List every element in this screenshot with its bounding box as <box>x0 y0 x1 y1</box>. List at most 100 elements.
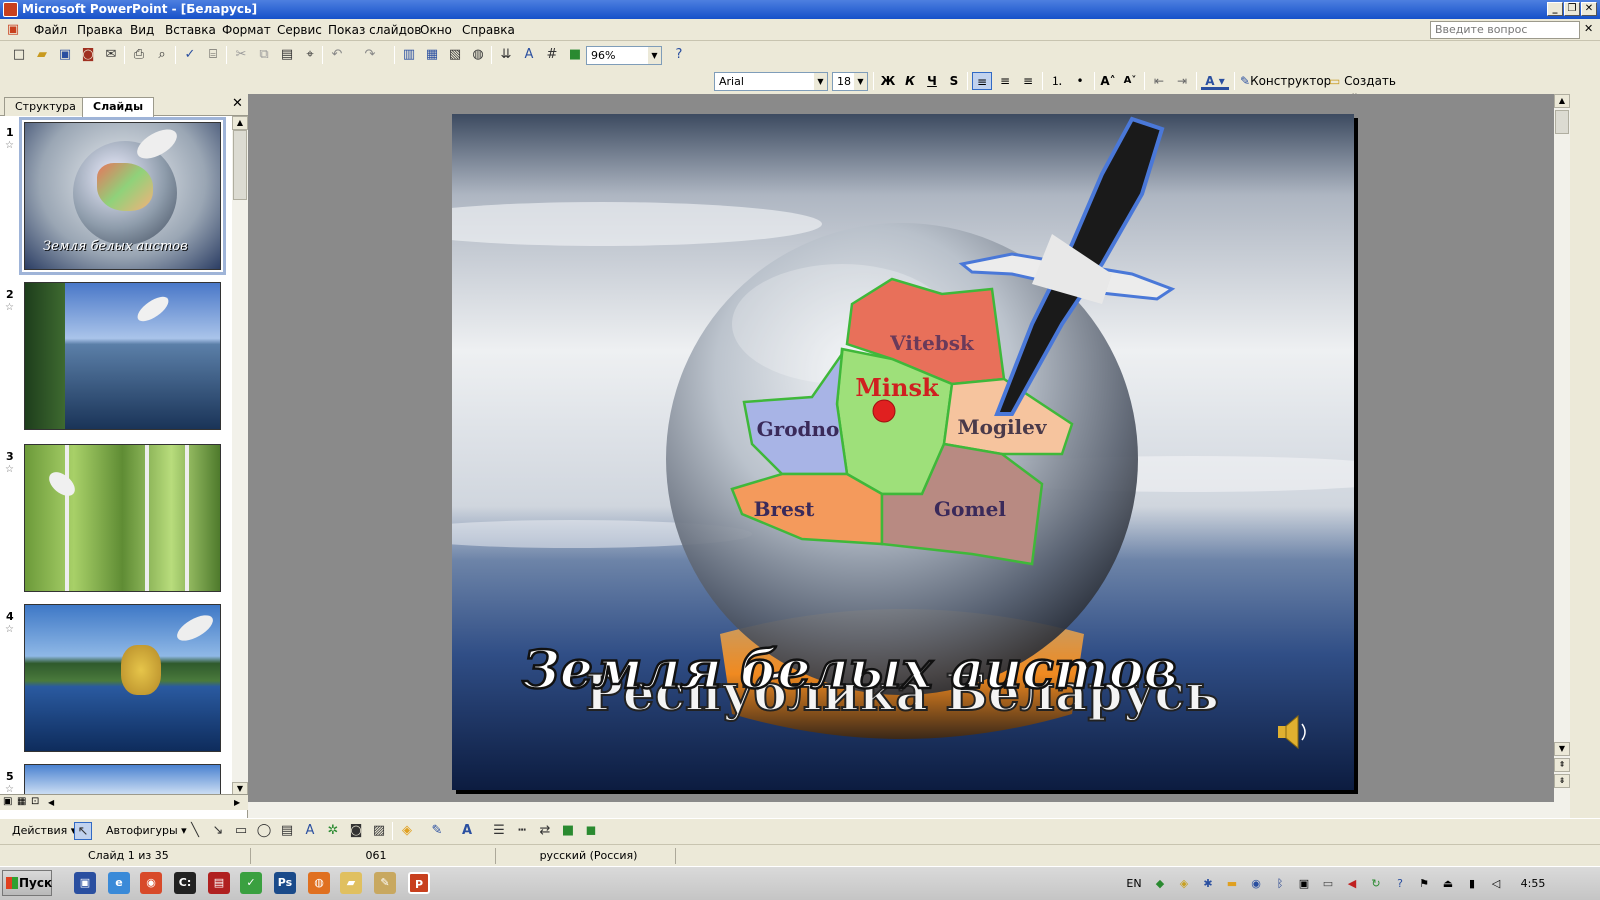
new-slide-button[interactable]: ▭ Создать слайд <box>1329 72 1429 106</box>
slideshow-view-icon[interactable]: ⊡ <box>31 796 39 807</box>
help-tray-icon[interactable]: ? <box>1392 876 1408 892</box>
expand-all-icon[interactable]: ⇊ <box>497 46 515 64</box>
menu-file[interactable]: Файл <box>34 23 67 37</box>
print-icon[interactable]: ⎙ <box>130 46 148 64</box>
bold-button[interactable]: Ж <box>879 72 897 90</box>
show-formatting-icon[interactable]: A <box>520 46 538 64</box>
scroll-up-icon[interactable]: ▲ <box>1554 94 1570 108</box>
print-preview-icon[interactable]: ⌕ <box>153 46 171 64</box>
arrow-icon[interactable]: ↘ <box>209 822 227 840</box>
restore-button[interactable]: ❐ <box>1564 2 1580 16</box>
menu-format[interactable]: Формат <box>222 23 271 37</box>
help-icon[interactable]: ? <box>670 46 688 64</box>
font-color-icon[interactable]: A ▾ <box>1201 72 1229 90</box>
slide-thumbnail-1[interactable]: Земля белых аистов <box>19 117 226 275</box>
save-icon[interactable]: ▣ <box>56 46 74 64</box>
align-right-icon[interactable]: ≡ <box>1018 72 1038 90</box>
insert-table-icon[interactable]: ▦ <box>423 46 441 64</box>
align-center-icon[interactable]: ≡ <box>995 72 1015 90</box>
volume-tray-icon[interactable]: ◀ <box>1344 876 1360 892</box>
menu-tools[interactable]: Сервис <box>277 23 322 37</box>
redo-icon[interactable]: ↷ <box>361 46 379 64</box>
chevron-down-icon[interactable]: ▼ <box>814 73 827 90</box>
decrease-font-icon[interactable]: A˅ <box>1120 72 1140 90</box>
save-taskbar-icon[interactable]: ▣ <box>74 872 96 894</box>
slide-thumbnail-4[interactable] <box>24 604 221 752</box>
slide-thumbnail-2[interactable] <box>24 282 221 430</box>
menu-help[interactable]: Справка <box>462 23 515 37</box>
slides-scrollbar[interactable]: ▲ ▼ <box>232 116 248 804</box>
copy-icon[interactable]: ⧉ <box>255 46 273 64</box>
diagram-icon[interactable]: ✲ <box>324 822 342 840</box>
previous-slide-icon[interactable]: ⇞ <box>1554 758 1570 772</box>
scroll-left-icon[interactable]: ◀ <box>48 798 54 807</box>
acrobat-icon[interactable]: ▤ <box>208 872 230 894</box>
bullets-icon[interactable]: • <box>1070 72 1090 90</box>
notepad-icon[interactable]: ✎ <box>374 872 396 894</box>
current-slide[interactable]: Vitebsk Minsk Grodno Mogilev Brest Gomel… <box>452 114 1354 790</box>
photoshop-icon[interactable]: Ps <box>274 872 296 894</box>
font-size-select[interactable]: 18 ▼ <box>832 72 868 91</box>
menu-edit[interactable]: Правка <box>77 23 123 37</box>
italic-button[interactable]: К <box>901 72 919 90</box>
clock[interactable]: 4:55 <box>1518 876 1548 892</box>
start-button[interactable]: Пуск <box>2 870 52 896</box>
numbering-icon[interactable]: ⒈ <box>1047 72 1067 90</box>
color-grayscale-icon[interactable]: ■ <box>566 46 584 64</box>
monitor-tray-icon[interactable]: ▭ <box>1320 876 1336 892</box>
actions-menu[interactable]: Действия ▾ <box>12 824 76 837</box>
menu-view[interactable]: Вид <box>130 23 154 37</box>
editor-horizontal-scrollbar[interactable] <box>248 802 1570 818</box>
close-button[interactable]: ✕ <box>1581 2 1597 16</box>
close-pane-icon[interactable]: ✕ <box>232 96 243 111</box>
folder-icon[interactable]: ▰ <box>340 872 362 894</box>
scroll-up-icon[interactable]: ▲ <box>232 116 248 130</box>
show-grid-icon[interactable]: # <box>543 46 561 64</box>
slide-thumbnail-5[interactable] <box>24 764 221 796</box>
menu-window[interactable]: Окно <box>420 23 452 37</box>
menu-insert[interactable]: Вставка <box>165 23 216 37</box>
minimize-button[interactable]: _ <box>1547 2 1563 16</box>
decrease-indent-icon[interactable]: ⇤ <box>1149 72 1169 90</box>
slide-thumbnail-3[interactable] <box>24 444 221 592</box>
format-painter-icon[interactable]: ⌖ <box>301 46 319 64</box>
document-icon[interactable]: ▣ <box>4 21 22 39</box>
speaker-tray-icon[interactable]: ◁ <box>1488 876 1504 892</box>
insert-picture-icon[interactable]: ▨ <box>370 822 388 840</box>
shadow-style-icon[interactable]: ■ <box>559 822 577 840</box>
spelling-icon[interactable]: ✓ <box>181 46 199 64</box>
text-color-icon[interactable]: A <box>458 822 476 840</box>
menu-slideshow[interactable]: Показ слайдов <box>328 23 421 37</box>
chevron-down-icon[interactable]: ▼ <box>854 73 867 90</box>
scroll-right-icon[interactable]: ▶ <box>234 798 240 807</box>
scroll-thumb[interactable] <box>1555 110 1569 134</box>
normal-view-icon[interactable]: ▣ <box>3 796 12 807</box>
line-color-icon[interactable]: ✎ <box>428 822 446 840</box>
tables-borders-icon[interactable]: ▧ <box>446 46 464 64</box>
excel-icon[interactable]: ✓ <box>240 872 262 894</box>
increase-indent-icon[interactable]: ⇥ <box>1172 72 1192 90</box>
rectangle-icon[interactable]: ▭ <box>232 822 250 840</box>
powerpoint-app-icon[interactable] <box>3 2 18 17</box>
chrome-browser-icon[interactable]: ◉ <box>140 872 162 894</box>
next-slide-icon[interactable]: ⇟ <box>1554 774 1570 788</box>
insert-chart-icon[interactable]: ▥ <box>400 46 418 64</box>
wordart-icon[interactable]: A <box>301 822 319 840</box>
editor-vertical-scrollbar[interactable]: ▲ ▼ ⇞ ⇟ <box>1554 94 1570 802</box>
network-tray-icon[interactable]: ◈ <box>1176 876 1192 892</box>
paste-icon[interactable]: ▤ <box>278 46 296 64</box>
update-tray-icon[interactable]: ↻ <box>1368 876 1384 892</box>
bluetooth-tray-icon[interactable]: ✱ <box>1200 876 1216 892</box>
open-icon[interactable]: ▰ <box>33 46 51 64</box>
close-document-icon[interactable]: ✕ <box>1584 22 1593 35</box>
usb-tray-icon[interactable]: ⏏ <box>1440 876 1456 892</box>
help-search-input[interactable]: Введите вопрос <box>1430 21 1580 39</box>
dash-style-icon[interactable]: ┅ <box>513 822 531 840</box>
cmd-icon[interactable]: C: <box>174 872 196 894</box>
zoom-select[interactable]: 96% ▼ <box>586 46 662 65</box>
autoshapes-menu[interactable]: Автофигуры ▾ <box>106 824 187 837</box>
textbox-icon[interactable]: ▤ <box>278 822 296 840</box>
oval-icon[interactable]: ◯ <box>255 822 273 840</box>
line-icon[interactable]: ╲ <box>186 822 204 840</box>
firefox-icon[interactable]: ◍ <box>308 872 330 894</box>
